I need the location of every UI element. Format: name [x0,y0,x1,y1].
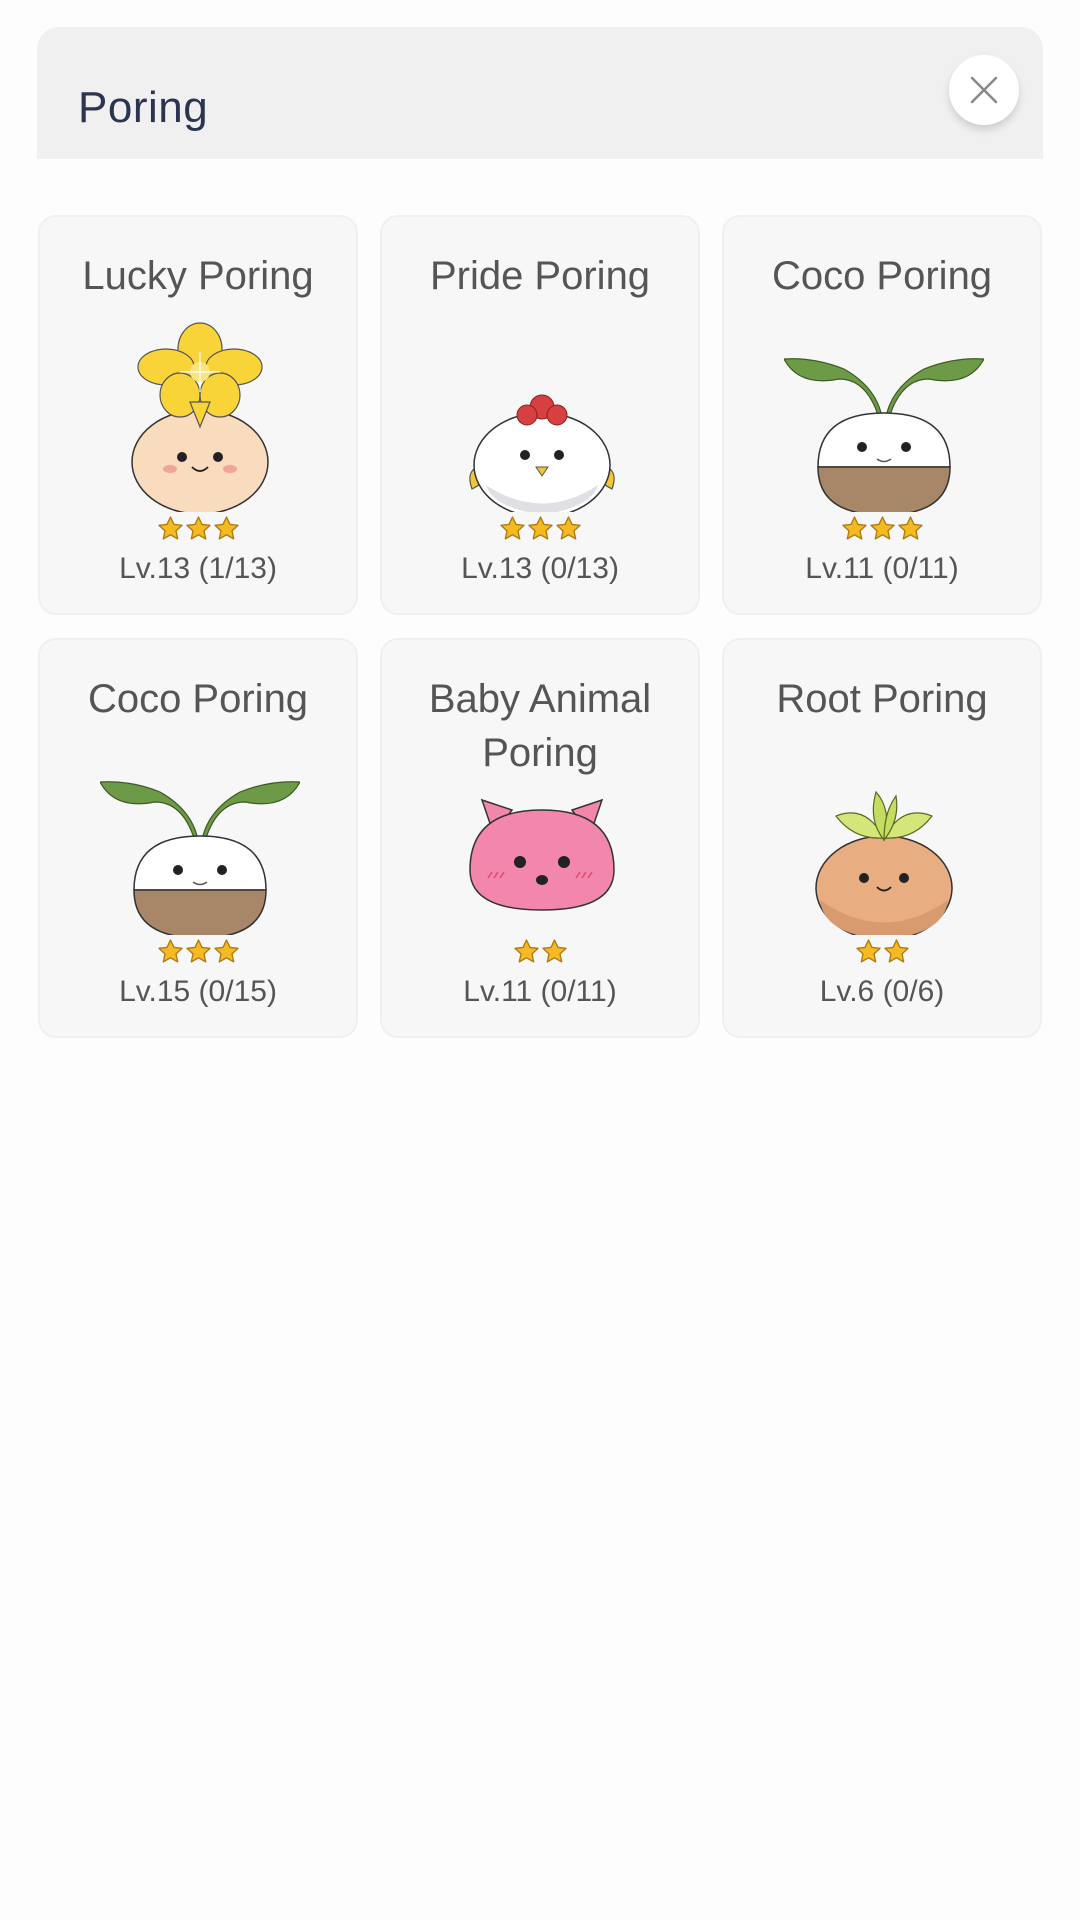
poring-name: Lucky Poring [82,254,314,298]
star-rating [724,515,1040,542]
dialog-header: Poring [37,27,1043,159]
poring-dialog: Poring Lucky Poring Lv.13 (1/13) Pride P… [0,0,1080,1920]
close-icon [970,76,998,104]
poring-name: Baby Animal Poring [428,677,652,775]
poring-level: Lv.13 (1/13) [119,552,277,585]
star-rating [724,938,1040,965]
star-rating [382,938,698,965]
poring-card[interactable]: Pride Poring Lv.13 (0/13) [380,215,700,615]
star-icon [527,515,554,542]
poring-card[interactable]: Coco Poring Lv.11 (0/11) [722,215,1042,615]
poring-grid: Lucky Poring Lv.13 (1/13) Pride Poring L… [38,215,1042,1038]
coco-poring-icon [784,317,984,512]
star-icon [213,938,240,965]
poring-name: Coco Poring [87,677,309,721]
poring-card[interactable]: Lucky Poring Lv.13 (1/13) [38,215,358,615]
star-icon [213,515,240,542]
star-icon [157,938,184,965]
lucky-poring-icon [100,317,300,512]
poring-level: Lv.15 (0/15) [119,975,277,1008]
poring-level: Lv.11 (0/11) [463,975,617,1008]
star-icon [555,515,582,542]
root-poring-icon [784,740,984,935]
star-icon [185,938,212,965]
poring-card[interactable]: Coco Poring Lv.15 (0/15) [38,638,358,1038]
star-rating [382,515,698,542]
poring-card[interactable]: Root Poring Lv.6 (0/6) [722,638,1042,1038]
poring-name: Root Poring [776,677,988,721]
poring-card[interactable]: Baby Animal Poring Lv.11 (0/11) [380,638,700,1038]
dialog-title: Poring [78,83,209,132]
star-icon [541,938,568,965]
star-icon [157,515,184,542]
star-icon [855,938,882,965]
coco-poring-icon [100,740,300,935]
star-icon [869,515,896,542]
baby-animal-poring-icon [442,780,642,940]
star-icon [185,515,212,542]
star-icon [841,515,868,542]
poring-name: Pride Poring [429,254,651,298]
close-button[interactable] [949,55,1019,125]
poring-level: Lv.11 (0/11) [805,552,959,585]
poring-level: Lv.6 (0/6) [819,975,945,1008]
star-rating [40,938,356,965]
star-icon [513,938,540,965]
star-icon [883,938,910,965]
star-rating [40,515,356,542]
poring-name: Coco Poring [771,254,993,298]
star-icon [897,515,924,542]
star-icon [499,515,526,542]
poring-level: Lv.13 (0/13) [461,552,619,585]
pride-poring-icon [442,317,642,512]
